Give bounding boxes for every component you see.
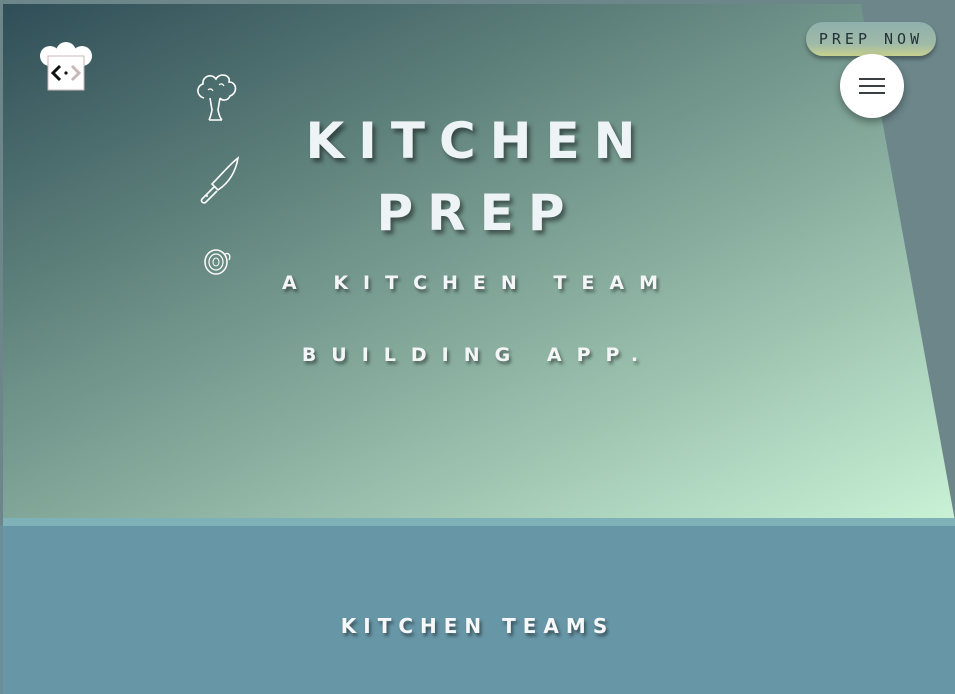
chef-hat-code-icon[interactable] (38, 42, 94, 92)
hero-subtitle-line2: BUILDING APP. (301, 344, 654, 366)
teams-section (3, 526, 955, 694)
teams-section-title: KITCHEN TEAMS (340, 614, 615, 638)
hero-section (3, 4, 955, 521)
hero-title-line1: KITCHEN (305, 112, 650, 170)
landing-page: KITCHEN PREP A KITCHEN TEAM BUILDING APP… (0, 0, 955, 694)
menu-button[interactable] (840, 54, 904, 118)
hero-subtitle-line1: A KITCHEN TEAM (282, 272, 673, 294)
hero-title-line2: PREP (376, 184, 579, 242)
section-divider (3, 518, 955, 526)
prep-now-button[interactable]: PREP NOW (806, 22, 936, 56)
